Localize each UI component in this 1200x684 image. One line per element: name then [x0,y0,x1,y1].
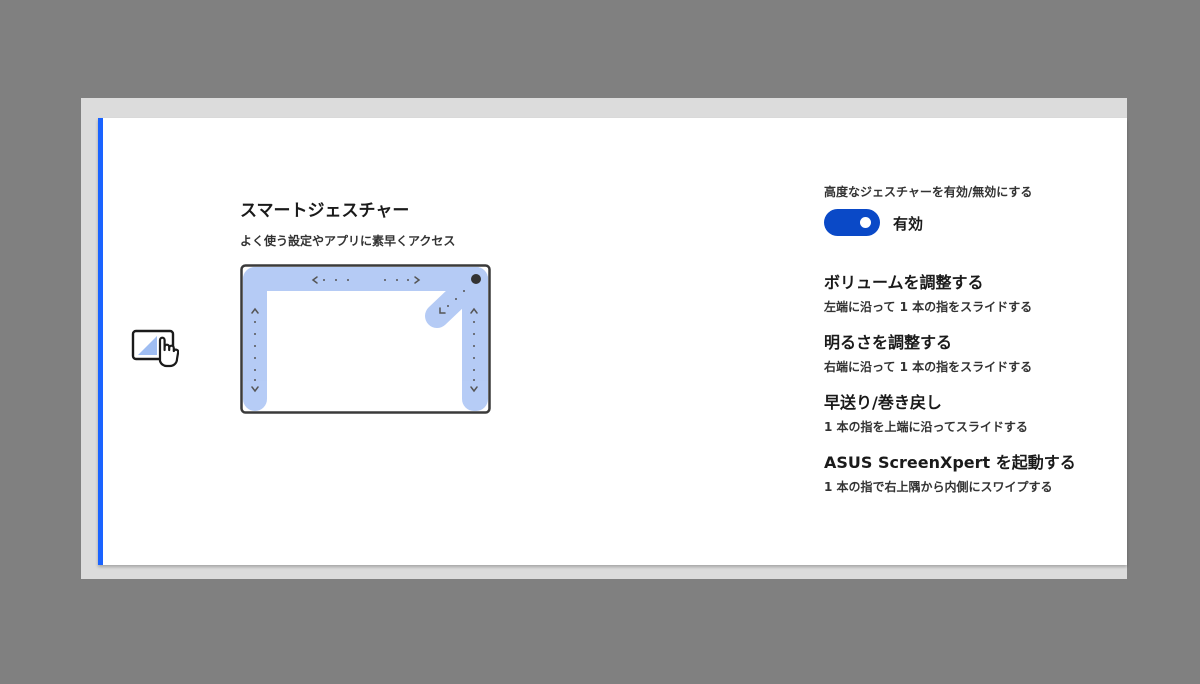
advanced-gesture-toggle-label: 高度なジェスチャーを有効/無効にする [824,185,1033,199]
gesture-title: ASUS ScreenXpert を起動する [824,453,1076,472]
corner-touch-point [471,274,481,284]
gesture-description: 右端に沿って 1 本の指をスライドする [824,360,1033,374]
touchpad-gesture-icon [131,329,179,368]
gesture-item-seek: 早送り/巻き戻し 1 本の指を上端に沿ってスライドする [824,389,1028,435]
toggle-state-label: 有効 [893,215,924,233]
gesture-item-volume: ボリュームを調整する 左端に沿って 1 本の指をスライドする [824,269,1032,315]
advanced-gesture-toggle[interactable] [824,209,880,236]
feature-subtitle: よく使う設定やアプリに素早くアクセス [240,234,456,248]
feature-title: スマートジェスチャー [240,201,410,221]
card-accent-bar [98,118,103,565]
gesture-description: 左端に沿って 1 本の指をスライドする [824,300,1033,314]
toggle-knob [860,217,871,228]
gesture-diagram [240,264,491,414]
left-edge-zone [243,267,267,411]
gesture-description: 1 本の指を上端に沿ってスライドする [824,420,1028,434]
gesture-item-brightness: 明るさを調整する 右端に沿って 1 本の指をスライドする [824,329,1032,375]
gesture-title: 明るさを調整する [824,333,953,352]
gesture-title: ボリュームを調整する [824,273,984,292]
gesture-description: 1 本の指で右上隅から内側にスワイプする [824,480,1053,494]
gesture-title: 早送り/巻き戻し [824,393,942,412]
gesture-item-screenxpert: ASUS ScreenXpert を起動する 1 本の指で右上隅から内側にスワイ… [824,449,1076,495]
